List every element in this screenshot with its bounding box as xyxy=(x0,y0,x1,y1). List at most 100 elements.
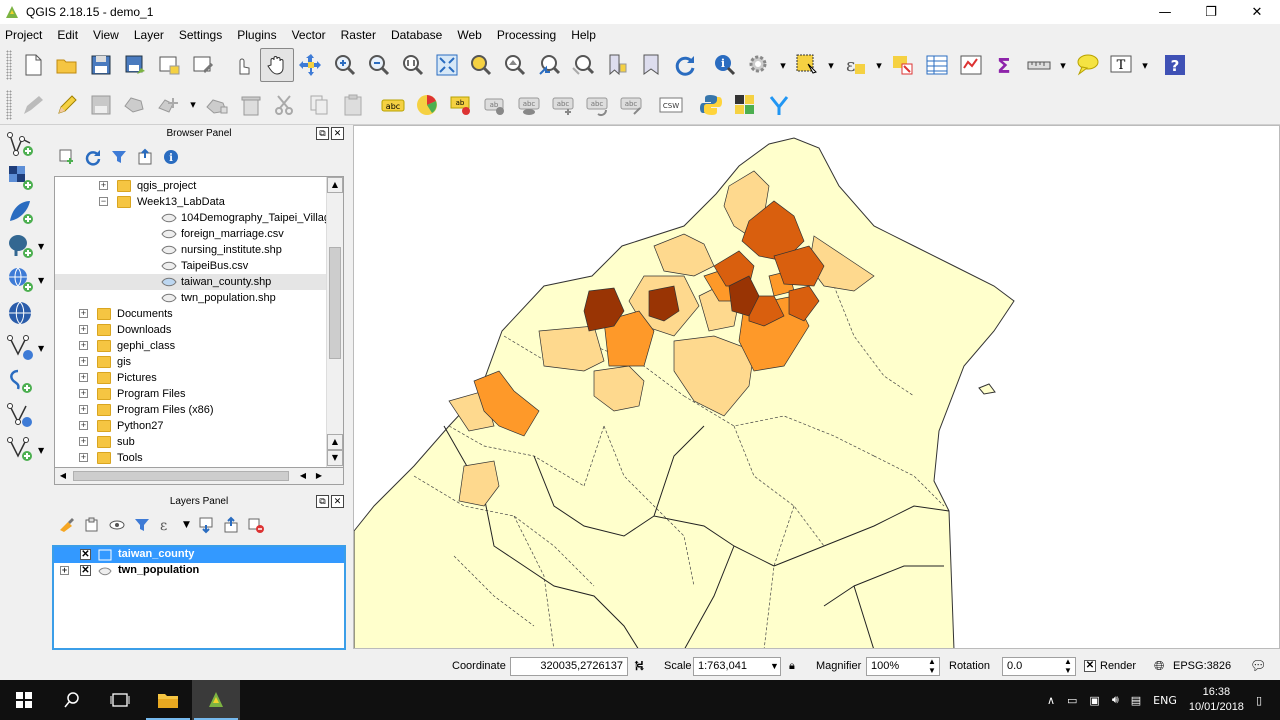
tree-file-item[interactable]: nursing_institute.shp xyxy=(55,242,327,258)
tree-expander[interactable]: + xyxy=(99,181,108,190)
show-hide-labels-button[interactable]: ab xyxy=(478,88,512,122)
change-label-button[interactable]: abc xyxy=(614,88,648,122)
tree-expander[interactable]: + xyxy=(79,437,88,446)
menu-web[interactable]: Web xyxy=(452,28,486,42)
tree-file-item[interactable]: foreign_marriage.csv xyxy=(55,226,327,242)
tree-expander[interactable]: + xyxy=(79,453,88,462)
filter-expression-icon[interactable]: ε xyxy=(158,516,176,534)
scrollbar-thumb[interactable] xyxy=(73,471,289,481)
pan-map-button[interactable] xyxy=(260,48,294,82)
chevron-down-icon[interactable]: ▼ xyxy=(38,344,44,353)
tree-expander[interactable]: + xyxy=(79,389,88,398)
tree-folder-item[interactable]: + sub xyxy=(55,434,327,450)
refresh-button[interactable] xyxy=(668,48,702,82)
add-selected-layers-icon[interactable] xyxy=(58,148,76,166)
node-tool-button[interactable] xyxy=(200,88,234,122)
magnifier-spinner[interactable]: ▲ ▼ xyxy=(928,657,936,675)
menu-vector[interactable]: Vector xyxy=(287,28,331,42)
chevron-down-icon[interactable]: ▼ xyxy=(770,661,779,671)
action-center-icon[interactable]: ▯ xyxy=(1256,694,1262,707)
rotation-spinner[interactable]: ▲ ▼ xyxy=(1064,657,1072,675)
lock-icon[interactable]: 🔒︎ xyxy=(789,660,795,673)
add-raster-layer-button[interactable] xyxy=(0,160,50,194)
add-group-icon[interactable] xyxy=(83,516,101,534)
tree-expander[interactable]: + xyxy=(79,309,88,318)
chevron-down-icon[interactable]: ▼ xyxy=(38,276,44,285)
copy-features-button[interactable] xyxy=(302,88,336,122)
tree-expander[interactable]: + xyxy=(79,325,88,334)
render-checkbox[interactable]: ✕ xyxy=(1084,660,1096,672)
chevron-down-icon[interactable]: ▼ xyxy=(183,520,190,530)
scale-field[interactable] xyxy=(693,656,781,676)
new-bookmark-button[interactable] xyxy=(600,48,634,82)
field-calculator-button[interactable] xyxy=(954,48,988,82)
pin-labels-button[interactable]: ab xyxy=(444,88,478,122)
filter-legend-icon[interactable] xyxy=(133,516,151,534)
clock[interactable]: 16:38 10/01/2018 xyxy=(1189,685,1244,715)
layer-labeling-button[interactable]: abc xyxy=(376,88,410,122)
run-feature-action-button[interactable] xyxy=(742,48,776,82)
layer-visibility-checkbox[interactable]: ✕ xyxy=(80,549,91,560)
new-print-composer-button[interactable] xyxy=(152,48,186,82)
python-console-button[interactable] xyxy=(694,88,728,122)
zoom-next-button[interactable] xyxy=(566,48,600,82)
save-layer-edits-button[interactable] xyxy=(84,88,118,122)
close-button[interactable]: ✕ xyxy=(1234,0,1280,24)
scroll-up-button-lower[interactable]: ▲ xyxy=(327,434,343,450)
scrollbar-thumb[interactable] xyxy=(329,247,341,359)
statistical-summary-button[interactable]: Σ xyxy=(988,48,1022,82)
collapse-all-icon[interactable] xyxy=(136,148,154,166)
menu-settings[interactable]: Settings xyxy=(174,28,227,42)
add-postgis-layer-button[interactable]: ▼ xyxy=(0,228,50,262)
tree-folder-item[interactable]: + Downloads xyxy=(55,322,327,338)
toolbar-grip[interactable] xyxy=(6,89,12,120)
map-tips-button[interactable] xyxy=(1070,48,1104,82)
tree-expander[interactable]: − xyxy=(99,197,108,206)
move-label-button[interactable]: abc xyxy=(546,88,580,122)
scroll-up-button[interactable]: ▲ xyxy=(327,177,343,193)
paste-features-button[interactable] xyxy=(336,88,370,122)
minimize-button[interactable]: — xyxy=(1142,0,1188,24)
menu-processing[interactable]: Processing xyxy=(492,28,561,42)
map-canvas[interactable] xyxy=(353,125,1280,649)
scroll-down-button[interactable]: ▼ xyxy=(327,450,343,466)
deselect-features-button[interactable] xyxy=(886,48,920,82)
layer-style-icon[interactable] xyxy=(58,516,76,534)
tree-expander[interactable]: + xyxy=(79,373,88,382)
task-view-button[interactable] xyxy=(96,680,144,720)
refresh-icon[interactable] xyxy=(84,148,102,166)
zoom-out-button[interactable] xyxy=(362,48,396,82)
scroll-right-button[interactable]: ▶ xyxy=(311,468,327,484)
georeferencer-button[interactable] xyxy=(728,88,762,122)
save-as-button[interactable] xyxy=(118,48,152,82)
tree-file-item[interactable]: TaipeiBus.csv xyxy=(55,258,327,274)
toolbar-grip[interactable] xyxy=(6,50,12,80)
zoom-to-selection-button[interactable] xyxy=(464,48,498,82)
move-feature-button[interactable] xyxy=(152,88,186,122)
float-panel-button[interactable]: ⧉ xyxy=(316,495,329,508)
coordinate-field[interactable] xyxy=(510,656,628,676)
tree-file-item[interactable]: twn_population.shp xyxy=(55,290,327,306)
volume-icon[interactable]: 🔊︎ xyxy=(1112,693,1119,707)
notification-icon[interactable]: ▤ xyxy=(1131,694,1141,707)
scroll-left-button-right[interactable]: ◀ xyxy=(295,468,311,484)
add-vector-layer-button[interactable] xyxy=(0,126,50,160)
menu-project[interactable]: Project xyxy=(0,28,47,42)
tree-folder-item[interactable]: + Program Files xyxy=(55,386,327,402)
measure-line-button[interactable] xyxy=(1022,48,1056,82)
zoom-in-button[interactable] xyxy=(328,48,362,82)
identify-features-button[interactable]: i xyxy=(708,48,742,82)
info-icon[interactable]: i xyxy=(162,148,180,166)
start-button[interactable] xyxy=(0,680,48,720)
delete-selected-button[interactable] xyxy=(234,88,268,122)
remove-layer-icon[interactable] xyxy=(247,516,265,534)
qgis-taskbar-button[interactable] xyxy=(192,680,240,720)
measure-dropdown[interactable]: ▾ xyxy=(1056,48,1070,82)
touch-zoom-button[interactable] xyxy=(226,48,260,82)
maximize-button[interactable]: ❐ xyxy=(1188,0,1234,24)
new-shapefile-layer-button[interactable] xyxy=(0,364,50,398)
battery-icon[interactable]: ▭ xyxy=(1067,694,1077,707)
open-attribute-table-button[interactable] xyxy=(920,48,954,82)
new-spatialite-layer-button[interactable] xyxy=(0,398,50,432)
add-feature-button[interactable] xyxy=(118,88,152,122)
